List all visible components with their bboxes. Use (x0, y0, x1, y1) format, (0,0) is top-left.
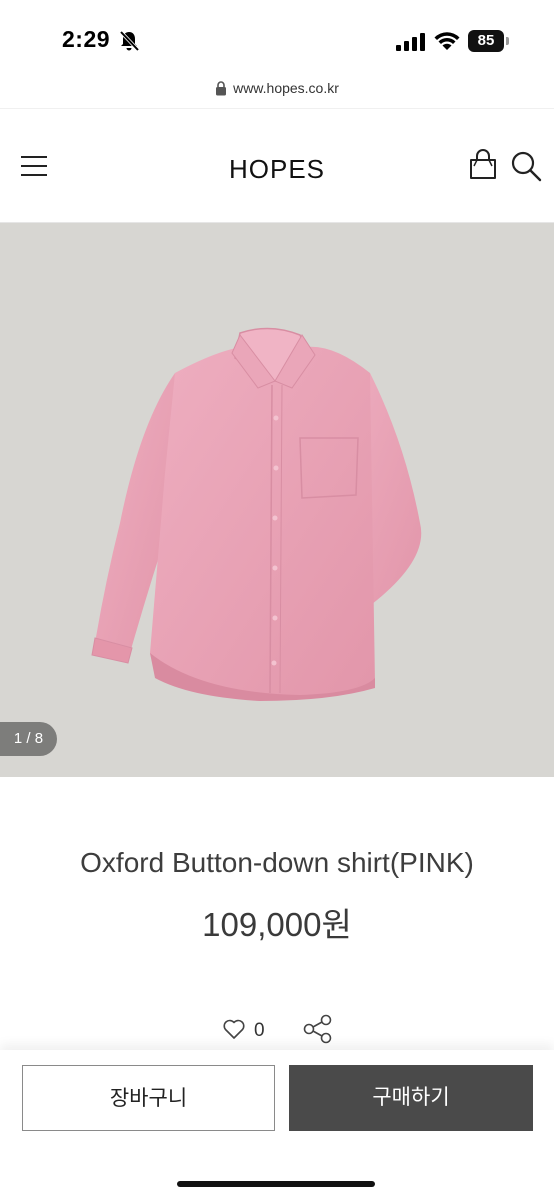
battery-level: 85 (468, 30, 504, 52)
product-page: 2:29 85 www.hopes.co.kr HOPES 1 / 8 Oxfo… (0, 0, 554, 1200)
like-count: 0 (254, 1020, 265, 1041)
share-icon[interactable] (302, 1014, 334, 1044)
url-divider (0, 108, 554, 109)
url-text: www.hopes.co.kr (233, 80, 339, 96)
add-to-cart-button[interactable]: 장바구니 (22, 1065, 275, 1131)
status-bar: 2:29 85 (0, 0, 554, 80)
buy-now-button[interactable]: 구매하기 (289, 1065, 533, 1131)
shopping-bag-icon[interactable] (468, 148, 498, 180)
brand-logo[interactable]: HOPES (229, 154, 325, 184)
heart-icon[interactable] (222, 1018, 246, 1040)
home-indicator[interactable] (177, 1181, 375, 1187)
url-display: www.hopes.co.kr (215, 80, 339, 96)
wifi-icon (434, 32, 460, 50)
product-image-gallery[interactable]: 1 / 8 (0, 223, 554, 777)
product-name: Oxford Button-down shirt(PINK) (80, 847, 474, 878)
product-photo-shirt (91, 327, 422, 701)
bottom-action-bar: 장바구니 구매하기 (0, 1050, 554, 1200)
status-time: 2:29 (62, 26, 111, 52)
bell-off-icon (119, 30, 140, 52)
battery-icon: 85 (468, 30, 510, 52)
product-price: 109,000원 (202, 906, 352, 943)
url-bar[interactable]: www.hopes.co.kr (0, 78, 554, 108)
lock-icon (216, 80, 227, 95)
signal-icon (396, 33, 425, 51)
search-icon[interactable] (510, 150, 542, 182)
product-actions: 0 (0, 1012, 554, 1048)
image-counter: 1 / 8 (0, 722, 57, 756)
site-header: HOPES (0, 110, 554, 223)
battery-cap (506, 37, 509, 45)
